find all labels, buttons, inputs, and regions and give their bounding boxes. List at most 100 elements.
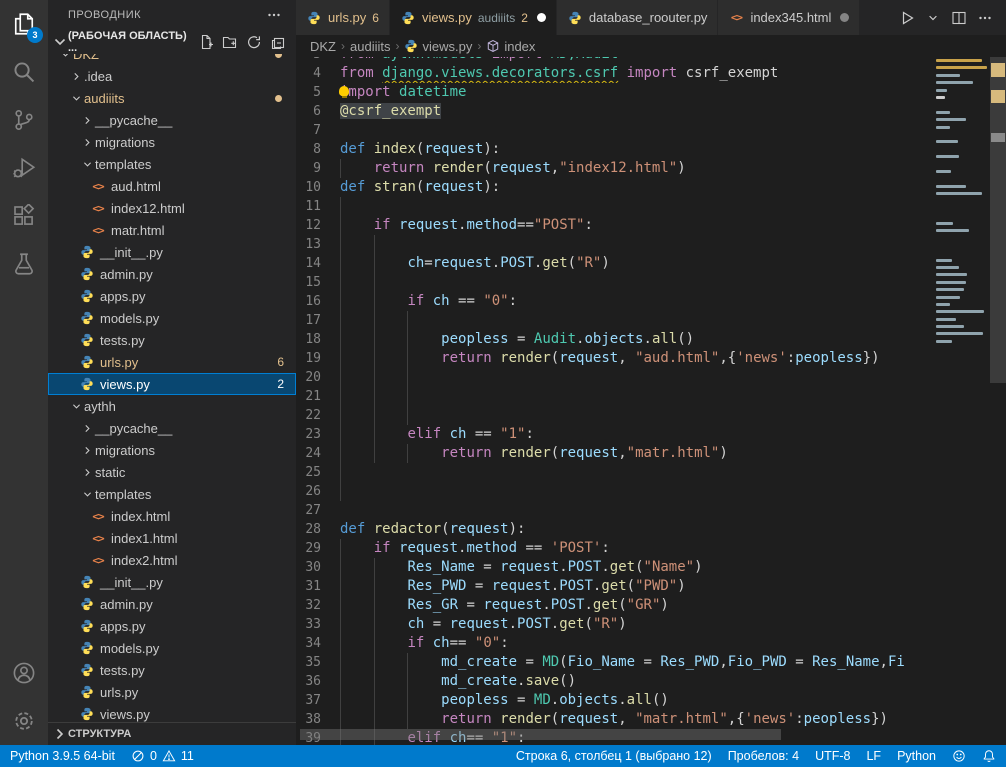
code-line-35[interactable]: 35 md_create = MD(Fio_Name = Res_PWD,Fio…	[296, 653, 1006, 672]
tab-database_roouter.py[interactable]: database_roouter.py	[557, 0, 719, 35]
scrollbar-slider[interactable]	[990, 57, 1006, 383]
split-editor-icon[interactable]	[948, 7, 970, 29]
code-line-11[interactable]: 11	[296, 197, 1006, 216]
search-icon[interactable]	[0, 48, 48, 96]
code-line-23[interactable]: 23 elif ch == "1":	[296, 425, 1006, 444]
code-line-5[interactable]: 5import datetime	[296, 83, 1006, 102]
tree-item-aud.html[interactable]: <>aud.html	[48, 175, 296, 197]
tree-item-.idea[interactable]: .idea	[48, 65, 296, 87]
tab-index345.html[interactable]: <>index345.html	[718, 0, 860, 35]
status-eol[interactable]: LF	[866, 749, 881, 763]
collapse-all-icon[interactable]	[268, 32, 288, 52]
code-line-13[interactable]: 13	[296, 235, 1006, 254]
code-line-24[interactable]: 24 return render(request,"matr.html")	[296, 444, 1006, 463]
code-line-29[interactable]: 29 if request.method == 'POST':	[296, 539, 1006, 558]
code-line-33[interactable]: 33 ch = request.POST.get("R")	[296, 615, 1006, 634]
vertical-scrollbar[interactable]	[990, 57, 1006, 745]
run-debug-icon[interactable]	[0, 144, 48, 192]
tree-item-__init__.py[interactable]: __init__.py	[48, 241, 296, 263]
testing-icon[interactable]	[0, 240, 48, 288]
tree-item-index2.html[interactable]: <>index2.html	[48, 549, 296, 571]
tree-item-audiiits[interactable]: audiiits	[48, 87, 296, 109]
tree-item-admin.py[interactable]: admin.py	[48, 263, 296, 285]
code-line-22[interactable]: 22	[296, 406, 1006, 425]
code-line-34[interactable]: 34 if ch== "0":	[296, 634, 1006, 653]
tab-views.py[interactable]: views.pyaudiiits2	[390, 0, 557, 35]
workspace-section-header[interactable]: (РАБОЧАЯ ОБЛАСТЬ) ...	[48, 30, 296, 54]
code-line-15[interactable]: 15	[296, 273, 1006, 292]
code-line-36[interactable]: 36 md_create.save()	[296, 672, 1006, 691]
code-line-4[interactable]: 4from django.views.decorators.csrf impor…	[296, 64, 1006, 83]
code-line-8[interactable]: 8def index(request):	[296, 140, 1006, 159]
dirty-dot-icon[interactable]	[537, 13, 546, 22]
tree-item-aythh[interactable]: aythh	[48, 395, 296, 417]
code-line-6[interactable]: 6@csrf_exempt	[296, 102, 1006, 121]
code-line-17[interactable]: 17	[296, 311, 1006, 330]
status-cursor-position[interactable]: Строка 6, столбец 1 (выбрано 12)	[516, 749, 712, 763]
tree-item-migrations[interactable]: migrations	[48, 131, 296, 153]
code-line-20[interactable]: 20	[296, 368, 1006, 387]
code-line-12[interactable]: 12 if request.method=="POST":	[296, 216, 1006, 235]
tree-item-apps.py[interactable]: apps.py	[48, 615, 296, 637]
code-line-16[interactable]: 16 if ch == "0":	[296, 292, 1006, 311]
tree-item-models.py[interactable]: models.py	[48, 637, 296, 659]
status-notifications-icon[interactable]	[982, 749, 996, 763]
code-line-30[interactable]: 30 Res_Name = request.POST.get("Name")	[296, 558, 1006, 577]
extensions-icon[interactable]	[0, 192, 48, 240]
code-line-18[interactable]: 18 peopless = Audit.objects.all()	[296, 330, 1006, 349]
tree-item-static[interactable]: static	[48, 461, 296, 483]
tree-item-templates[interactable]: templates	[48, 483, 296, 505]
new-folder-icon[interactable]	[220, 32, 240, 52]
code-line-28[interactable]: 28def redactor(request):	[296, 520, 1006, 539]
code-line-19[interactable]: 19 return render(request, "aud.html",{'n…	[296, 349, 1006, 368]
status-encoding[interactable]: UTF-8	[815, 749, 850, 763]
new-file-icon[interactable]	[196, 32, 216, 52]
tree-item-templates[interactable]: templates	[48, 153, 296, 175]
tree-item-models.py[interactable]: models.py	[48, 307, 296, 329]
tree-item-index.html[interactable]: <>index.html	[48, 505, 296, 527]
lightbulb-icon[interactable]	[339, 86, 349, 96]
code-editor[interactable]: 3from aythh.models import MD,Audit4from …	[296, 57, 1006, 745]
tree-item-__pycache__[interactable]: __pycache__	[48, 109, 296, 131]
horizontal-scrollbar[interactable]	[300, 729, 781, 740]
code-line-32[interactable]: 32 Res_GR = request.POST.get("GR")	[296, 596, 1006, 615]
outline-section-header[interactable]: СТРУКТУРА	[48, 722, 296, 745]
account-icon[interactable]	[0, 649, 48, 697]
python-interpreter[interactable]: Python 3.9.5 64-bit	[10, 749, 115, 763]
code-line-14[interactable]: 14 ch=request.POST.get("R")	[296, 254, 1006, 273]
code-line-31[interactable]: 31 Res_PWD = request.POST.get("PWD")	[296, 577, 1006, 596]
status-language-mode[interactable]: Python	[897, 749, 936, 763]
refresh-icon[interactable]	[244, 32, 264, 52]
tree-item-tests.py[interactable]: tests.py	[48, 659, 296, 681]
dirty-dot-icon[interactable]	[840, 13, 849, 22]
code-line-26[interactable]: 26	[296, 482, 1006, 501]
minimap[interactable]	[933, 57, 990, 745]
tree-item-index12.html[interactable]: <>index12.html	[48, 197, 296, 219]
run-icon[interactable]	[896, 7, 918, 29]
tree-item-views.py[interactable]: views.py	[48, 703, 296, 722]
breadcrumb-item-audiiits[interactable]: audiiits	[350, 39, 390, 54]
tree-item-tests.py[interactable]: tests.py	[48, 329, 296, 351]
breadcrumb-item-DKZ[interactable]: DKZ	[310, 39, 336, 54]
settings-icon[interactable]	[0, 697, 48, 745]
code-line-38[interactable]: 38 return render(request, "matr.html",{'…	[296, 710, 1006, 729]
breadcrumb-item-index[interactable]: index	[486, 39, 535, 54]
status-feedback-icon[interactable]	[952, 749, 966, 763]
code-line-3[interactable]: 3from aythh.models import MD,Audit	[296, 57, 1006, 64]
code-line-27[interactable]: 27	[296, 501, 1006, 520]
status-indentation[interactable]: Пробелов: 4	[728, 749, 799, 763]
code-line-21[interactable]: 21	[296, 387, 1006, 406]
tree-item-matr.html[interactable]: <>matr.html	[48, 219, 296, 241]
tree-item-admin.py[interactable]: admin.py	[48, 593, 296, 615]
code-line-10[interactable]: 10def stran(request):	[296, 178, 1006, 197]
tab-urls.py[interactable]: urls.py6	[296, 0, 390, 35]
tree-item-urls.py[interactable]: urls.py	[48, 681, 296, 703]
tree-item-apps.py[interactable]: apps.py	[48, 285, 296, 307]
tree-item-migrations[interactable]: migrations	[48, 439, 296, 461]
tree-item-__init__.py[interactable]: __init__.py	[48, 571, 296, 593]
code-line-9[interactable]: 9 return render(request,"index12.html")	[296, 159, 1006, 178]
breadcrumb-item-views.py[interactable]: views.py	[404, 39, 472, 54]
explorer-icon[interactable]: 3	[0, 0, 48, 48]
tree-item-views.py[interactable]: views.py2	[48, 373, 296, 395]
more-actions-icon[interactable]	[266, 7, 282, 23]
